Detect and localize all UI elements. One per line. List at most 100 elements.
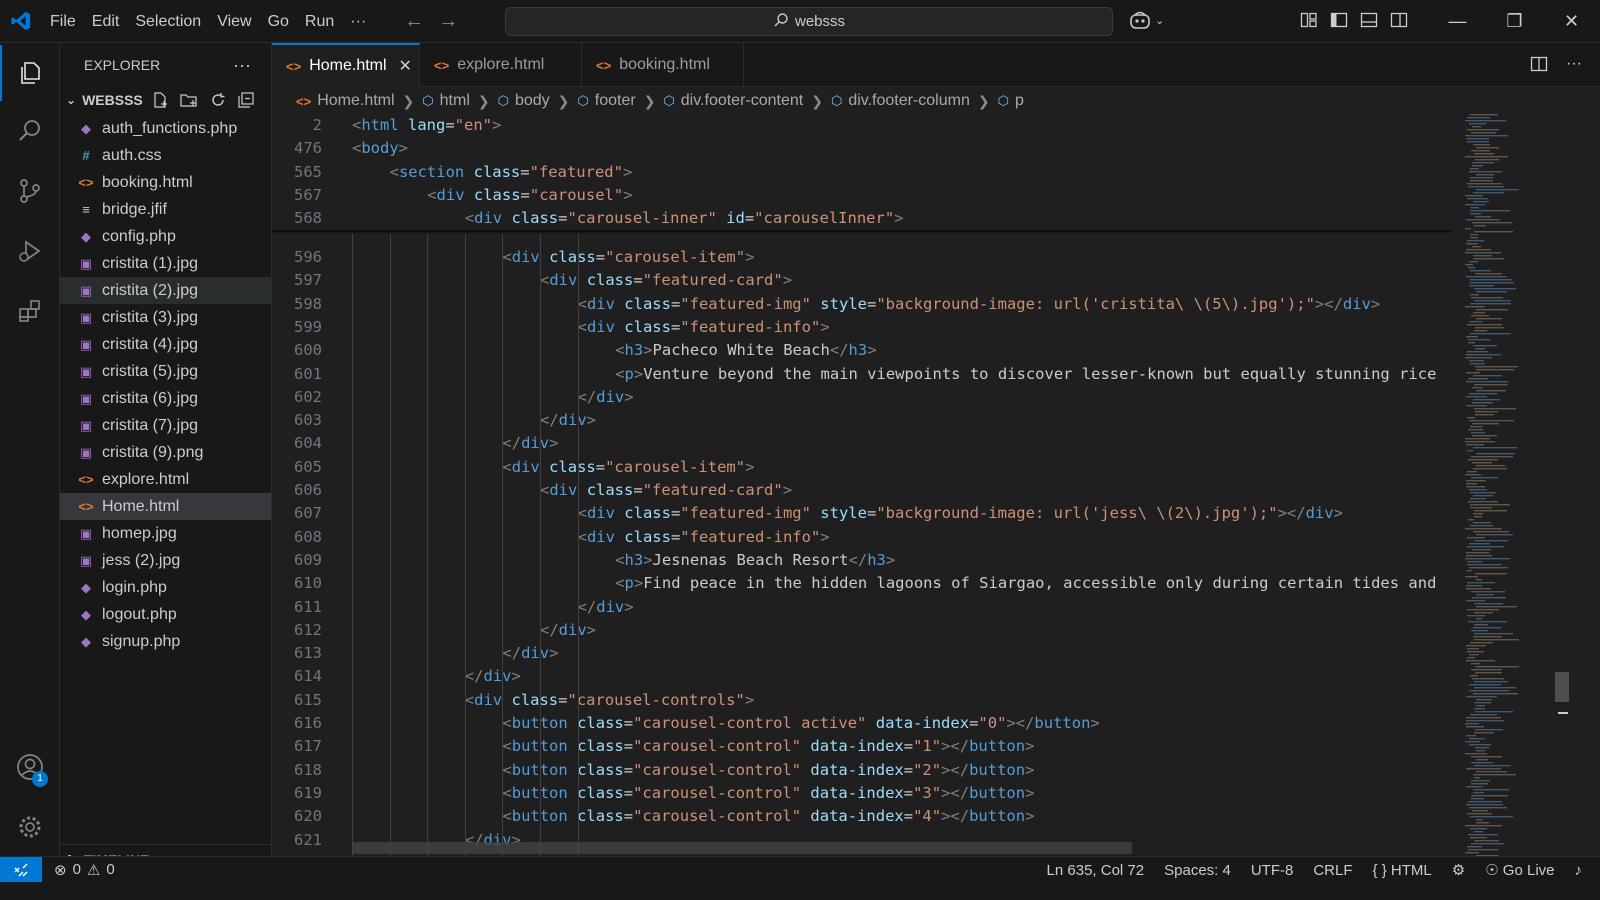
- menu-item[interactable]: View: [209, 0, 259, 43]
- code-line[interactable]: 601 <p>Venture beyond the main viewpoints…: [272, 363, 1460, 386]
- breadcrumb-item[interactable]: p: [1015, 92, 1024, 110]
- code-line[interactable]: 597 <div class="featured-card">: [272, 269, 1460, 292]
- code-line[interactable]: 604 </div>: [272, 432, 1460, 455]
- file-item[interactable]: ▣ cristita (7).jpg: [60, 412, 271, 439]
- breadcrumb-item[interactable]: div.footer-content: [681, 92, 803, 110]
- code-line[interactable]: 603 </div>: [272, 409, 1460, 432]
- new-file-icon[interactable]: [151, 91, 169, 109]
- code-line[interactable]: 616<button class="carousel-control activ…: [272, 712, 1460, 735]
- breadcrumb-item[interactable]: html: [440, 92, 470, 110]
- code-line[interactable]: 618<button class="carousel-control" data…: [272, 759, 1460, 782]
- file-item[interactable]: ▣ jess (2).jpg: [60, 547, 271, 574]
- menu-item[interactable]: Run: [297, 0, 342, 43]
- file-item[interactable]: ▣ cristita (1).jpg: [60, 250, 271, 277]
- menu-item[interactable]: File: [42, 0, 84, 43]
- code-line[interactable]: 2 <html lang="en">: [272, 114, 1460, 137]
- code-line[interactable]: 614 </div>: [272, 665, 1460, 688]
- menu-item[interactable]: ···: [342, 0, 374, 43]
- file-item[interactable]: ▣ cristita (6).jpg: [60, 385, 271, 412]
- more-actions-icon[interactable]: ···: [233, 55, 251, 76]
- code-line[interactable]: 605 <div class="carousel-item">: [272, 456, 1460, 479]
- file-item[interactable]: ▣ cristita (5).jpg: [60, 358, 271, 385]
- search-activity-icon[interactable]: [0, 103, 60, 159]
- code-line[interactable]: 476 <body>: [272, 137, 1460, 161]
- breadcrumb-item[interactable]: footer: [595, 92, 636, 110]
- toggle-secondary-sidebar-icon[interactable]: [1390, 11, 1408, 29]
- file-item[interactable]: ▣ homep.jpg: [60, 520, 271, 547]
- accounts-icon[interactable]: 1: [0, 739, 60, 795]
- restore-icon[interactable]: ❐: [1486, 0, 1543, 43]
- menu-item[interactable]: Selection: [127, 0, 209, 43]
- more-actions-icon[interactable]: ···: [1566, 55, 1582, 73]
- forward-arrow-icon[interactable]: →: [438, 10, 458, 33]
- copilot-menu[interactable]: ⌄: [1129, 10, 1164, 30]
- file-item[interactable]: ◆ login.php: [60, 574, 271, 601]
- menu-item[interactable]: Go: [260, 0, 297, 43]
- breadcrumb-item[interactable]: Home.html: [317, 92, 394, 110]
- notifications-bell-icon[interactable]: ♪: [1575, 862, 1583, 879]
- extensions-icon[interactable]: [0, 283, 60, 339]
- code-line[interactable]: 607 <div class="featured-img" style="back…: [272, 502, 1460, 525]
- close-window-icon[interactable]: ✕: [1543, 0, 1600, 43]
- code-line[interactable]: 596 <div class="carousel-item">: [272, 246, 1460, 269]
- tab-Home[interactable]: <> Home.html ✕: [272, 43, 420, 87]
- code-line[interactable]: 611 </div>: [272, 596, 1460, 619]
- code-line[interactable]: 567 <div class="carousel">: [272, 183, 1460, 207]
- code-line[interactable]: 610 <p>Find peace in the hidden lagoons o…: [272, 572, 1460, 595]
- code-line[interactable]: 617<button class="carousel-control" data…: [272, 735, 1460, 758]
- code-line[interactable]: 568 <div class="carousel-inner" id="carou…: [272, 207, 1460, 231]
- new-folder-icon[interactable]: [179, 91, 199, 109]
- code-line[interactable]: 600 <h3>Pacheco White Beach</h3>: [272, 339, 1460, 362]
- file-item[interactable]: ▣ cristita (3).jpg: [60, 304, 271, 331]
- command-center-search[interactable]: websss: [505, 7, 1113, 36]
- back-arrow-icon[interactable]: ←: [404, 10, 424, 33]
- code-line[interactable]: 565 <section class="featured">: [272, 160, 1460, 184]
- file-item[interactable]: ▣ cristita (9).png: [60, 439, 271, 466]
- menu-item[interactable]: Edit: [84, 0, 128, 43]
- toggle-panel-icon[interactable]: [1360, 11, 1378, 29]
- refresh-icon[interactable]: [209, 91, 227, 109]
- vertical-scrollbar[interactable]: [1555, 114, 1569, 856]
- code-line[interactable]: 620<button class="carousel-control" data…: [272, 805, 1460, 828]
- code-editor[interactable]: 2 <html lang="en"> 476 <body> 565 <section cl…: [272, 114, 1460, 856]
- minimize-icon[interactable]: —: [1429, 0, 1486, 43]
- remote-indicator-icon[interactable]: [0, 856, 42, 883]
- code-line[interactable]: 598 <div class="featured-img" style="back…: [272, 293, 1460, 316]
- go-live-button[interactable]: ☉ Go Live: [1485, 861, 1554, 879]
- run-debug-icon[interactable]: [0, 223, 60, 279]
- code-line[interactable]: 619<button class="carousel-control" data…: [272, 782, 1460, 805]
- code-line[interactable]: 608 <div class="featured-info">: [272, 526, 1460, 549]
- breadcrumb-item[interactable]: body: [515, 92, 550, 110]
- workspace-folder[interactable]: ⌄ WEBSSS: [60, 87, 271, 113]
- end-of-line[interactable]: CRLF: [1313, 862, 1352, 879]
- tab-booking[interactable]: <> booking.html: [582, 43, 744, 87]
- manage-gear-icon[interactable]: [0, 799, 60, 855]
- file-item[interactable]: ≡ bridge.jfif: [60, 196, 271, 223]
- copilot-status-icon[interactable]: ⚙: [1452, 861, 1465, 879]
- explorer-activity-icon[interactable]: [0, 45, 60, 101]
- indentation[interactable]: Spaces: 4: [1164, 862, 1231, 879]
- file-item[interactable]: # auth.css: [60, 142, 271, 169]
- file-item[interactable]: ▣ cristita (4).jpg: [60, 331, 271, 358]
- code-line[interactable]: 609 <h3>Jesnenas Beach Resort</h3>: [272, 549, 1460, 572]
- encoding[interactable]: UTF-8: [1251, 862, 1294, 879]
- breadcrumb-item[interactable]: div.footer-column: [848, 92, 970, 110]
- code-line[interactable]: 602 </div>: [272, 386, 1460, 409]
- file-item[interactable]: <> booking.html: [60, 169, 271, 196]
- toggle-primary-sidebar-icon[interactable]: [1330, 11, 1348, 29]
- file-item[interactable]: <> Home.html: [60, 493, 271, 520]
- cursor-position[interactable]: Ln 635, Col 72: [1047, 862, 1145, 879]
- language-mode[interactable]: { } HTML: [1373, 862, 1432, 879]
- file-item[interactable]: ◆ config.php: [60, 223, 271, 250]
- file-item[interactable]: ◆ auth_functions.php: [60, 115, 271, 142]
- customize-layout-icon[interactable]: [1300, 11, 1318, 29]
- problems-indicator[interactable]: ⊗ 0 ⚠ 0: [54, 861, 115, 879]
- file-item[interactable]: ◆ signup.php: [60, 628, 271, 655]
- code-line[interactable]: 612 </div>: [272, 619, 1460, 642]
- code-line[interactable]: 615 <div class="carousel-controls">: [272, 689, 1460, 712]
- horizontal-scrollbar[interactable]: [352, 842, 1132, 854]
- split-editor-icon[interactable]: [1530, 55, 1548, 73]
- file-item[interactable]: ◆ logout.php: [60, 601, 271, 628]
- collapse-all-icon[interactable]: [237, 91, 255, 109]
- code-line[interactable]: 613 </div>: [272, 642, 1460, 665]
